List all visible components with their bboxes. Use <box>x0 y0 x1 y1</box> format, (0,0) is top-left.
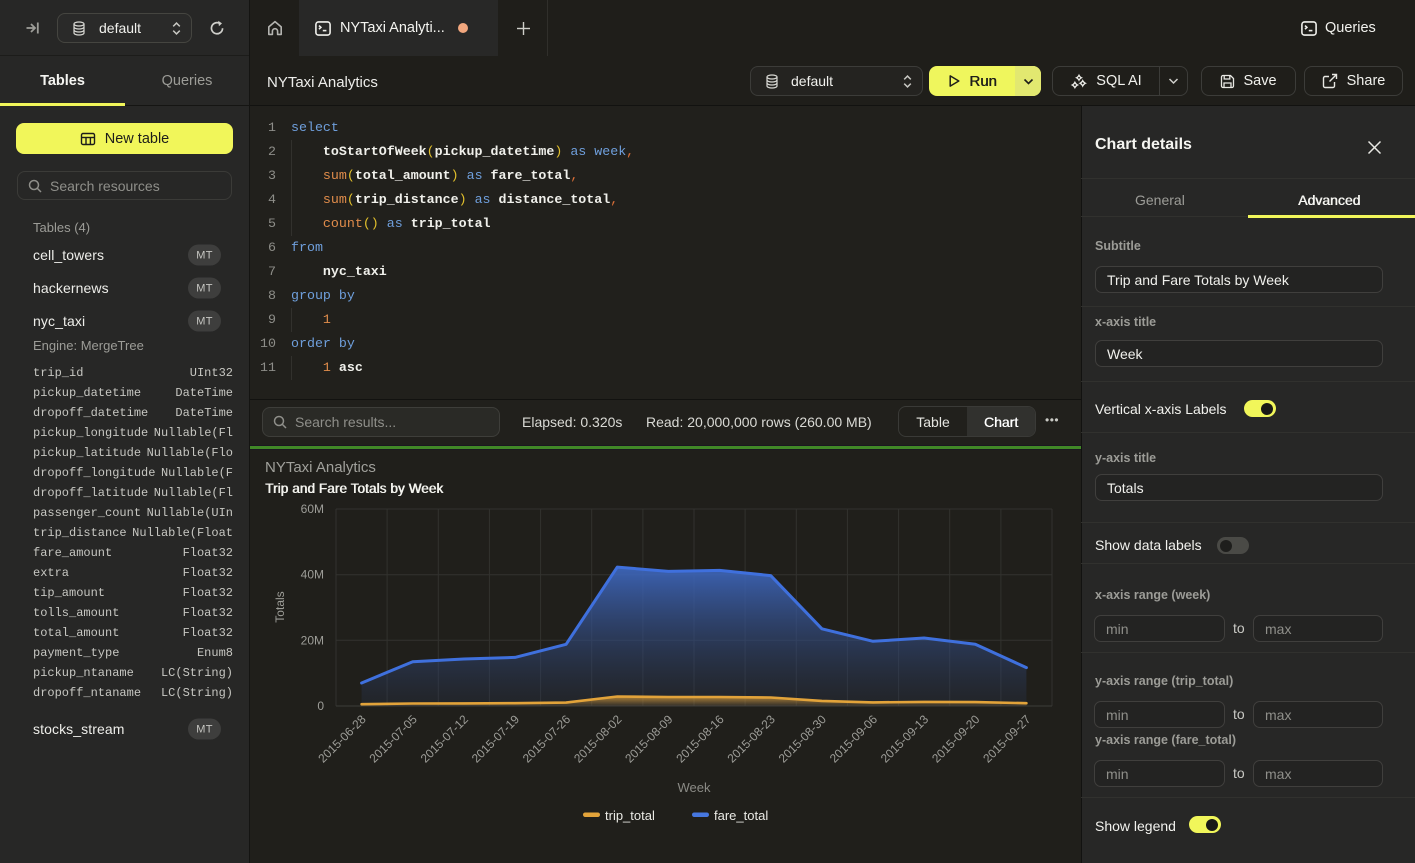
svg-text:2015-08-30: 2015-08-30 <box>776 712 830 766</box>
svg-text:trip_total: trip_total <box>605 808 655 823</box>
svg-text:2015-06-28: 2015-06-28 <box>315 712 369 766</box>
svg-text:Totals: Totals <box>273 591 287 622</box>
svg-text:2015-09-13: 2015-09-13 <box>878 712 932 766</box>
svg-text:2015-09-06: 2015-09-06 <box>827 712 881 766</box>
svg-text:60M: 60M <box>301 502 324 516</box>
svg-text:2015-08-23: 2015-08-23 <box>725 712 779 766</box>
svg-text:2015-09-20: 2015-09-20 <box>929 712 983 766</box>
svg-text:2015-08-02: 2015-08-02 <box>571 712 625 766</box>
svg-text:2015-08-16: 2015-08-16 <box>673 712 727 766</box>
svg-text:2015-07-26: 2015-07-26 <box>520 712 574 766</box>
svg-text:0: 0 <box>317 699 324 713</box>
svg-text:40M: 40M <box>301 568 324 582</box>
svg-text:Week: Week <box>678 780 711 795</box>
svg-text:fare_total: fare_total <box>714 808 768 823</box>
svg-text:20M: 20M <box>301 633 324 647</box>
svg-text:2015-07-05: 2015-07-05 <box>367 712 421 766</box>
svg-text:2015-09-27: 2015-09-27 <box>980 712 1034 766</box>
svg-text:2015-07-12: 2015-07-12 <box>418 712 472 766</box>
svg-text:2015-07-19: 2015-07-19 <box>469 712 523 766</box>
svg-text:2015-08-09: 2015-08-09 <box>622 712 676 766</box>
